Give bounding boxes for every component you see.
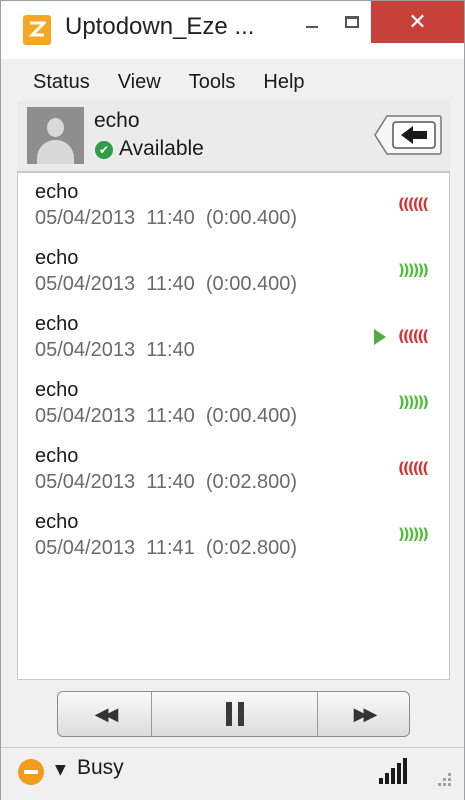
incoming-wave-icon: ((((((	[398, 459, 429, 477]
call-detail: 05/04/2013 11:40 (0:00.400)	[35, 405, 298, 427]
call-row[interactable]: echo 05/04/2013 11:40 (0:02.800) ((((((	[18, 437, 449, 503]
fast-forward-button[interactable]: ▶▶	[318, 692, 409, 736]
avatar[interactable]	[27, 107, 84, 164]
incoming-wave-icon: ((((((	[398, 195, 429, 213]
call-detail: 05/04/2013 11:40 (0:00.400)	[35, 207, 298, 229]
signal-bar	[397, 763, 401, 784]
call-name: echo	[35, 379, 79, 401]
outgoing-wave-icon: ))))))	[398, 525, 429, 543]
call-row[interactable]: echo 05/04/2013 11:41 (0:02.800) ))))))	[18, 503, 449, 569]
available-check-icon: ✔	[95, 141, 113, 159]
minimize-button[interactable]	[289, 1, 335, 43]
busy-dash	[24, 770, 38, 774]
maximize-button[interactable]	[335, 1, 369, 43]
contact-name: echo	[94, 109, 140, 132]
call-name: echo	[35, 313, 79, 335]
back-button[interactable]	[373, 114, 443, 156]
minimize-icon	[306, 26, 318, 28]
outgoing-wave-icon: ))))))	[398, 261, 429, 279]
call-detail: 05/04/2013 11:41 (0:02.800)	[35, 537, 298, 559]
pause-icon	[225, 702, 232, 726]
rewind-button[interactable]: ◀◀	[58, 692, 152, 736]
chevron-down-icon[interactable]: ▼	[55, 762, 66, 778]
maximize-icon	[345, 16, 359, 28]
signal-bar	[379, 778, 383, 784]
menu-help[interactable]: Help	[263, 71, 304, 94]
app-logo-glyph	[28, 21, 46, 37]
title-bar[interactable]: Uptodown_Eze ... ✕	[1, 1, 464, 59]
call-row[interactable]: echo 05/04/2013 11:40 ((((((	[18, 305, 449, 371]
call-detail: 05/04/2013 11:40 (0:00.400)	[35, 273, 298, 295]
contact-header: echo ✔ Available	[17, 101, 450, 172]
outgoing-wave-icon: ))))))	[398, 393, 429, 411]
signal-bar	[391, 768, 395, 784]
app-logo-icon[interactable]	[23, 15, 51, 45]
menu-tools[interactable]: Tools	[189, 71, 236, 94]
call-history-list[interactable]: echo 05/04/2013 11:40 (0:00.400) (((((( …	[17, 172, 450, 680]
avatar-body	[37, 140, 74, 164]
contact-status: Available	[119, 137, 204, 160]
signal-bar	[403, 758, 407, 784]
signal-bar	[385, 773, 389, 784]
avatar-head	[47, 118, 64, 137]
pause-icon	[237, 702, 244, 726]
call-detail: 05/04/2013 11:40 (0:02.800)	[35, 471, 298, 493]
close-button[interactable]: ✕	[371, 1, 464, 43]
menu-view[interactable]: View	[118, 71, 161, 94]
close-icon: ✕	[408, 9, 427, 35]
presence-status[interactable]: Busy	[77, 756, 124, 780]
call-name: echo	[35, 445, 79, 467]
play-icon[interactable]	[374, 329, 386, 345]
fast-forward-icon: ▶▶	[353, 703, 378, 725]
call-name: echo	[35, 181, 79, 203]
pause-button[interactable]	[152, 692, 318, 736]
call-name: echo	[35, 511, 79, 533]
menu-bar: Status View Tools Help	[17, 63, 447, 101]
incoming-wave-icon: ((((((	[398, 327, 429, 345]
app-window: Uptodown_Eze ... ✕ Status View Tools Hel…	[0, 0, 465, 800]
call-name: echo	[35, 247, 79, 269]
call-detail: 05/04/2013 11:40	[35, 339, 195, 361]
rewind-icon: ◀◀	[94, 703, 119, 725]
window-title: Uptodown_Eze ...	[65, 13, 255, 40]
menu-status[interactable]: Status	[33, 71, 90, 94]
call-row[interactable]: echo 05/04/2013 11:40 (0:00.400) ((((((	[18, 173, 449, 239]
resize-grip-icon[interactable]	[433, 770, 453, 790]
playback-controls: ◀◀ ▶▶	[57, 691, 410, 737]
signal-strength-icon	[379, 758, 407, 784]
call-row[interactable]: echo 05/04/2013 11:40 (0:00.400) ))))))	[18, 239, 449, 305]
status-bar: ▼ Busy	[1, 747, 464, 800]
call-row[interactable]: echo 05/04/2013 11:40 (0:00.400) ))))))	[18, 371, 449, 437]
busy-icon[interactable]	[18, 759, 44, 785]
